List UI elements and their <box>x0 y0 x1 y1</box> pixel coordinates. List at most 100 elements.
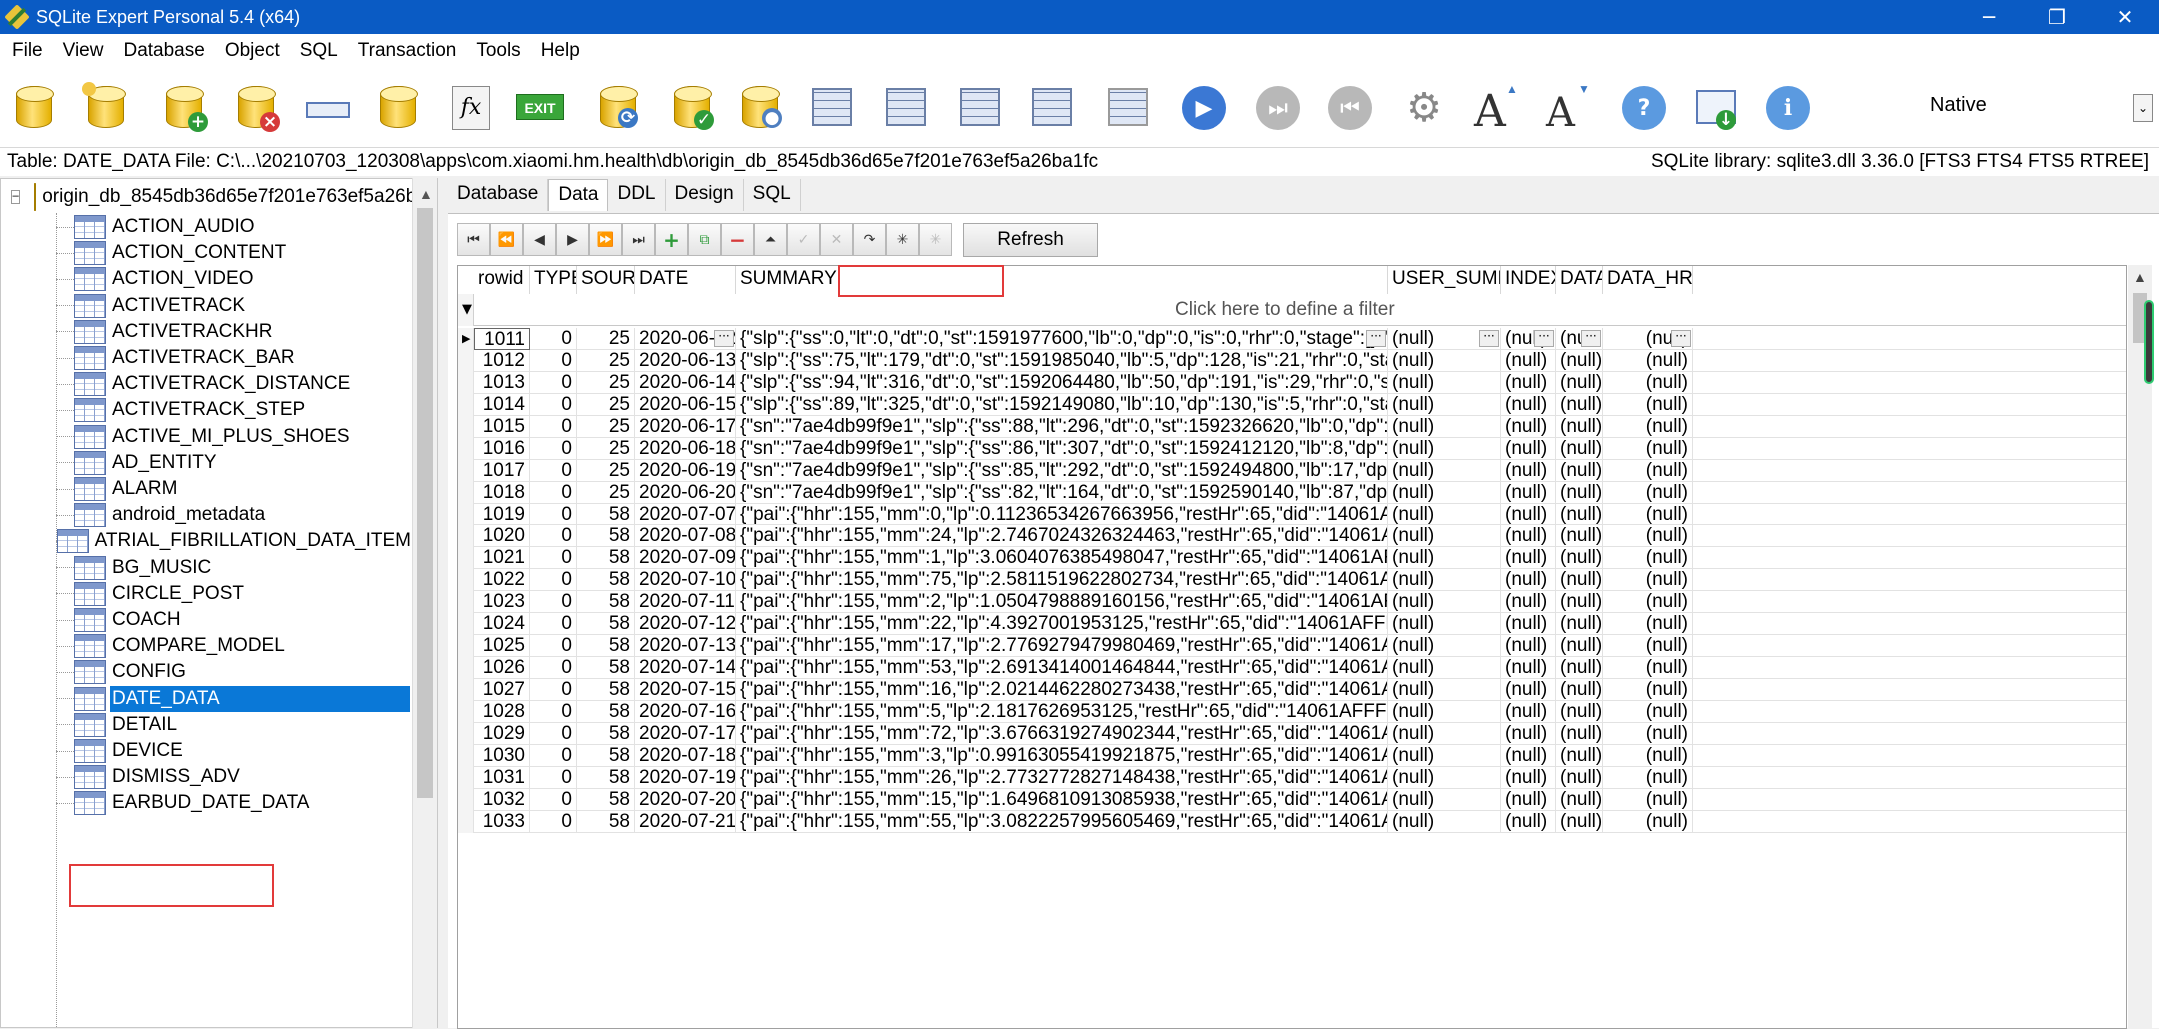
cell-source[interactable]: 58 <box>577 744 635 767</box>
cell-summary[interactable]: {"pai":{"hhr":155,"mm":0,"lp":0.11236534… <box>736 503 1388 526</box>
cell-data[interactable]: (null) <box>1556 569 1603 592</box>
cell-user-summary[interactable]: (null) <box>1388 415 1501 438</box>
cell-type[interactable]: 0 <box>530 766 577 789</box>
tab-database[interactable]: Database <box>448 179 549 211</box>
tab-design[interactable]: Design <box>665 179 744 211</box>
settings-button[interactable]: ⚙ <box>1398 82 1450 134</box>
edit-ellipsis-button[interactable]: ··· <box>1479 330 1499 347</box>
cell-source[interactable]: 25 <box>577 437 635 460</box>
cell-user-summary[interactable]: (null) <box>1388 810 1501 833</box>
row-indicator[interactable] <box>458 635 474 658</box>
cell-type[interactable]: 0 <box>530 437 577 460</box>
close-button[interactable]: ✕ <box>2091 0 2159 34</box>
cell-user-summary[interactable]: (null) <box>1388 744 1501 767</box>
cell-user-summary[interactable]: (null) <box>1388 393 1501 416</box>
cell-summary[interactable]: {"pai":{"hhr":155,"mm":53,"lp":2.6913414… <box>736 657 1388 679</box>
cell-source[interactable]: 58 <box>577 700 635 723</box>
cell-indexs[interactable]: (null) <box>1501 371 1556 394</box>
cell-type[interactable]: 0 <box>530 393 577 416</box>
edit-ellipsis-button[interactable]: ··· <box>1671 330 1691 347</box>
cell-type[interactable]: 0 <box>530 503 577 526</box>
cell-source[interactable]: 25 <box>577 328 635 350</box>
row-indicator[interactable] <box>458 657 474 679</box>
new-view-button[interactable] <box>1026 82 1078 134</box>
cell-data-hr[interactable]: (null) <box>1603 569 1693 592</box>
cell-type[interactable]: 0 <box>530 679 577 701</box>
help-button[interactable]: ? <box>1618 82 1670 134</box>
cancel-edit-button[interactable]: ✕ <box>820 223 853 256</box>
cell-summary[interactable]: {"pai":{"hhr":155,"mm":75,"lp":2.5811519… <box>736 569 1388 592</box>
cell-summary[interactable]: {"pai":{"hhr":155,"mm":15,"lp":1.6496810… <box>736 788 1388 811</box>
set-null-button[interactable]: ✳ <box>886 223 919 256</box>
cell-indexs[interactable]: (null) <box>1501 722 1556 745</box>
tab-data[interactable]: Data <box>548 179 609 211</box>
post-edit-button[interactable]: ✓ <box>787 223 820 256</box>
cell-type[interactable]: 0 <box>530 613 577 636</box>
cell-user-summary[interactable]: (null) <box>1388 613 1501 636</box>
cell-data-hr[interactable]: (null) <box>1603 635 1693 658</box>
cell-data-hr[interactable]: (null) <box>1603 657 1693 679</box>
menu-object[interactable]: Object <box>215 40 290 62</box>
cell-summary[interactable]: {"pai":{"hhr":155,"mm":17,"lp":2.7769279… <box>736 635 1388 658</box>
cell-source[interactable]: 58 <box>577 657 635 679</box>
table-row[interactable]: 1016 0 25 2020-06-18 {"sn":"7ae4db99f9e1","s… <box>458 437 2126 460</box>
cell-date[interactable]: 2020-06-17 <box>635 415 736 438</box>
cell-indexs[interactable]: (null) <box>1501 700 1556 723</box>
cell-data-hr[interactable]: (null) <box>1603 591 1693 614</box>
table-row[interactable]: 1015 0 25 2020-06-17 {"sn":"7ae4db99f9e1","s… <box>458 415 2126 438</box>
row-indicator[interactable] <box>458 437 474 460</box>
next-statement-button[interactable]: ⏭ <box>1252 82 1304 134</box>
cell-user-summary[interactable]: (null) <box>1388 437 1501 460</box>
cell-source[interactable]: 25 <box>577 481 635 504</box>
table-row[interactable]: 1025 0 58 2020-07-13 {"pai":{"hhr":155,"mm":… <box>458 635 2126 658</box>
exit-button[interactable]: EXIT <box>514 82 566 134</box>
cell-indexs[interactable]: (null) <box>1501 788 1556 811</box>
cell-data-hr[interactable]: (null) <box>1603 722 1693 745</box>
row-indicator[interactable] <box>458 613 474 636</box>
cell-data[interactable]: (null) <box>1556 503 1603 526</box>
row-indicator[interactable] <box>458 415 474 438</box>
cell-source[interactable]: 58 <box>577 722 635 745</box>
cell-data-hr[interactable]: (null) <box>1603 810 1693 833</box>
table-row[interactable]: 1028 0 58 2020-07-16 {"pai":{"hhr":155,"mm":… <box>458 700 2126 723</box>
table-row[interactable]: 1024 0 58 2020-07-12 {"pai":{"hhr":155,"mm":… <box>458 613 2126 636</box>
cell-date[interactable]: 2020-07-20 <box>635 788 736 811</box>
next-record-button[interactable]: ▶ <box>556 223 589 256</box>
execute-button[interactable]: ▶ <box>1178 82 1230 134</box>
cell-data-hr[interactable]: (null) <box>1603 371 1693 394</box>
mode-select-value[interactable]: Native <box>1930 94 1987 117</box>
cell-date[interactable]: 2020-06-14 <box>635 371 736 394</box>
decrease-font-button[interactable]: A ▼ <box>1540 82 1592 136</box>
cell-type[interactable]: 0 <box>530 349 577 372</box>
scroll-thumb[interactable] <box>417 208 433 798</box>
cell-type[interactable]: 0 <box>530 569 577 592</box>
table-row[interactable]: ▶ 1011 0 25 2020-06-12 ··· {"slp":{"ss":0,"lt"… <box>458 328 2126 350</box>
cell-data-hr[interactable]: (null) <box>1603 393 1693 416</box>
cell-type[interactable]: 0 <box>530 591 577 614</box>
first-record-button[interactable]: ⏮ <box>457 223 490 256</box>
check-database-button[interactable]: ✓ <box>668 82 720 134</box>
cell-summary[interactable]: {"slp":{"ss":89,"lt":325,"dt":0,"st":159… <box>736 393 1388 416</box>
report-button[interactable] <box>1102 82 1154 134</box>
cell-user-summary[interactable]: (null) <box>1388 503 1501 526</box>
cell-data-hr[interactable]: (null) <box>1603 613 1693 636</box>
table-row[interactable]: 1018 0 25 2020-06-20 {"sn":"7ae4db99f9e1","s… <box>458 481 2126 504</box>
cell-summary[interactable]: {"pai":{"hhr":155,"mm":16,"lp":2.0214462… <box>736 679 1388 701</box>
cell-date[interactable]: 2020-06-19 <box>635 459 736 482</box>
cell-indexs[interactable]: (null) <box>1501 349 1556 372</box>
cell-summary[interactable]: {"slp":{"ss":75,"lt":179,"dt":0,"st":159… <box>736 349 1388 372</box>
cell-data[interactable]: (null) <box>1556 393 1603 416</box>
cell-user-summary[interactable]: (null) <box>1388 525 1501 548</box>
insert-record-button[interactable]: + <box>655 223 688 256</box>
cell-data-hr[interactable]: (null) <box>1603 679 1693 701</box>
cell-data[interactable]: (null) <box>1556 744 1603 767</box>
last-record-button[interactable]: ⏭ <box>622 223 655 256</box>
previous-statement-button[interactable]: ⏮ <box>1324 82 1376 134</box>
cell-summary[interactable]: {"pai":{"hhr":155,"mm":3,"lp":0.99163055… <box>736 744 1388 767</box>
cell-indexs[interactable]: (null) <box>1501 635 1556 658</box>
cell-rowid[interactable]: 1022 <box>474 569 530 592</box>
cell-rowid[interactable]: 1027 <box>474 679 530 701</box>
tab-ddl[interactable]: DDL <box>608 179 666 211</box>
cell-user-summary[interactable]: (null) <box>1388 722 1501 745</box>
cell-data[interactable]: (null) <box>1556 481 1603 504</box>
